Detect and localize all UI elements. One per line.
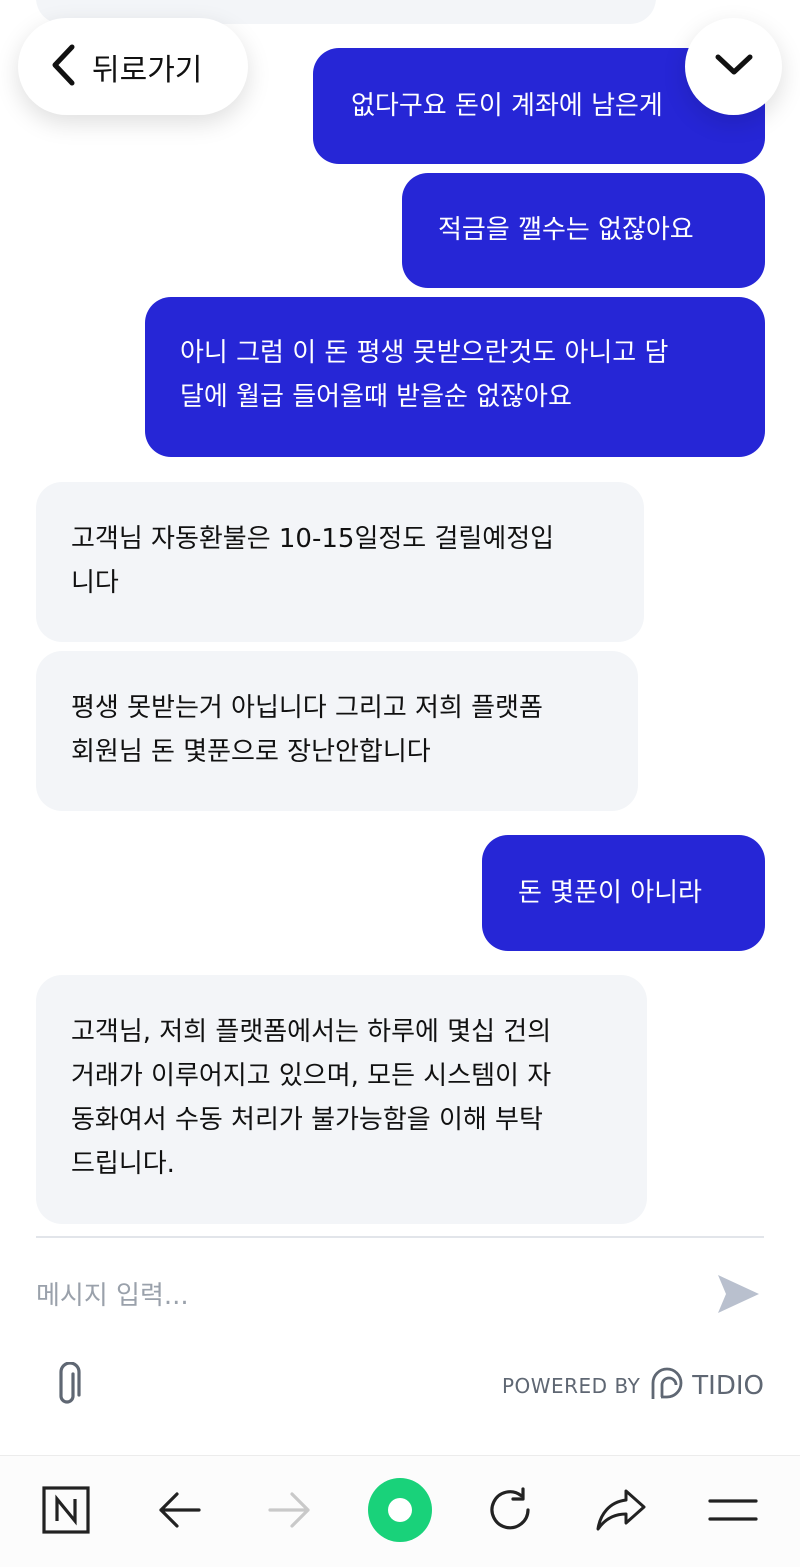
message-line: 고객님, 저희 플랫폼에서는 하루에 몇십 건의 <box>71 1017 552 1047</box>
send-button[interactable] <box>714 1272 762 1320</box>
composer-divider <box>36 1236 764 1238</box>
agent-message-3: 고객님, 저희 플랫폼에서는 하루에 몇십 건의 거래가 이루어지고 있으며, … <box>36 975 647 1224</box>
message-line: 회원님 돈 몇푼으로 장난안합니다 <box>71 737 431 767</box>
chevron-left-icon <box>48 43 78 91</box>
message-line: 동화여서 수동 처리가 불가능함을 이해 부탁 <box>71 1105 543 1135</box>
send-icon <box>715 1272 761 1320</box>
home-green-icon <box>367 1477 433 1547</box>
menu-icon <box>708 1495 758 1529</box>
tidio-logo-icon <box>650 1366 686 1406</box>
green-home-button[interactable] <box>367 1477 433 1547</box>
chevron-down-icon <box>714 52 754 82</box>
naver-home-button[interactable] <box>34 1480 98 1544</box>
message-line: 적금을 깰수는 없잖아요 <box>438 215 694 245</box>
refresh-icon <box>485 1485 535 1539</box>
message-line: 돈 몇푼이 아니라 <box>518 878 702 908</box>
message-line: 거래가 이루어지고 있으며, 모든 시스템이 자 <box>71 1061 552 1091</box>
message-line: 니다 <box>71 568 119 598</box>
powered-by-tidio[interactable]: POWERED BY TIDIO <box>502 1366 764 1406</box>
agent-message-2: 평생 못받는거 아닙니다 그리고 저희 플랫폼 회원님 돈 몇푼으로 장난안합니… <box>36 651 638 811</box>
message-line: 드립니다. <box>71 1149 175 1179</box>
message-line: 평생 못받는거 아닙니다 그리고 저희 플랫폼 <box>71 693 543 723</box>
powered-by-label: POWERED BY <box>501 1374 641 1398</box>
user-message-4: 돈 몇푼이 아니라 <box>482 835 765 951</box>
user-message-2: 적금을 깰수는 없잖아요 <box>402 173 765 288</box>
naver-n-icon <box>41 1485 91 1539</box>
scroll-down-button[interactable] <box>685 18 782 115</box>
user-message-3: 아니 그럼 이 돈 평생 못받으란것도 아니고 담 달에 월급 들어올때 받을순… <box>145 297 765 457</box>
back-nav-button[interactable] <box>147 1480 211 1544</box>
forward-nav-button[interactable] <box>258 1480 322 1544</box>
message-line: 아니 그럼 이 돈 평생 못받으란것도 아니고 담 <box>180 338 669 368</box>
refresh-button[interactable] <box>478 1480 542 1544</box>
browser-navigation-bar <box>0 1455 800 1567</box>
back-button-label: 뒤로가기 <box>92 52 203 88</box>
paperclip-icon <box>53 1361 83 1412</box>
attach-button[interactable] <box>48 1361 88 1412</box>
share-icon <box>594 1487 648 1537</box>
message-line: 달에 월급 들어올때 받을순 없잖아요 <box>180 382 572 412</box>
back-arrow-icon <box>156 1490 202 1534</box>
chat-messages: 없다구요 돈이 계좌에 남은게 적금을 깰수는 없잖아요 아니 그럼 이 돈 평… <box>0 0 800 1237</box>
tidio-brand-label: TIDIO <box>692 1371 764 1401</box>
menu-button[interactable] <box>701 1480 765 1544</box>
message-line: 고객님 자동환불은 10-15일정도 걸릴예정입 <box>71 524 555 554</box>
message-input[interactable] <box>36 1268 676 1324</box>
back-button[interactable]: 뒤로가기 <box>18 18 248 115</box>
forward-arrow-icon <box>267 1490 313 1534</box>
agent-message-1: 고객님 자동환불은 10-15일정도 걸릴예정입 니다 <box>36 482 644 642</box>
share-button[interactable] <box>589 1480 653 1544</box>
